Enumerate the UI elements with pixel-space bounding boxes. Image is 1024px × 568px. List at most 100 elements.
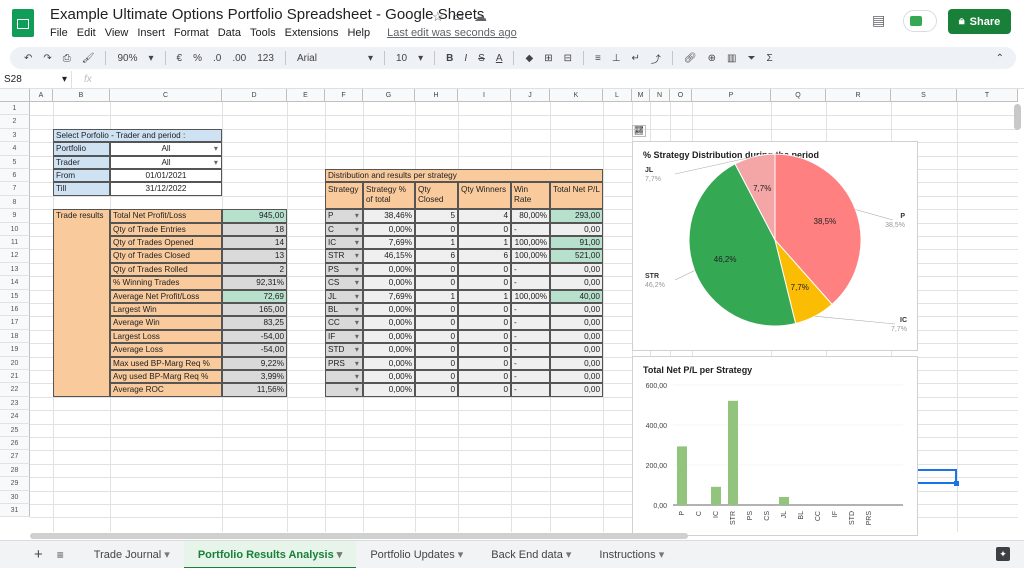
tab-menu-icon[interactable]: ▾	[455, 549, 464, 561]
tab-menu-icon[interactable]: ▾	[563, 549, 572, 561]
paint-format-icon[interactable]: 🖌︎	[82, 53, 95, 64]
decrease-decimal-button[interactable]: .0	[213, 53, 221, 64]
row-header[interactable]: 4	[0, 142, 30, 156]
insert-comment-icon[interactable]: ⊕	[708, 53, 716, 64]
document-title[interactable]: Example Ultimate Options Portfolio Sprea…	[50, 6, 484, 23]
menu-extensions[interactable]: Extensions	[285, 27, 339, 39]
vertical-scrollbar[interactable]	[1014, 104, 1021, 130]
functions-icon[interactable]: Σ	[766, 53, 772, 64]
column-header[interactable]: K	[550, 89, 603, 102]
strategy-select[interactable]: PS ▾	[325, 262, 363, 277]
sheet-tab[interactable]: Portfolio Results Analysis ▾	[183, 540, 357, 568]
strategy-select[interactable]: ▾	[325, 370, 363, 384]
dropdown-arrow-icon[interactable]: ▾	[355, 304, 359, 315]
explore-icon[interactable]: ✦	[996, 547, 1010, 561]
strikethrough-button[interactable]: S	[478, 53, 485, 64]
dropdown-arrow-icon[interactable]: ▾	[355, 331, 359, 342]
menu-edit[interactable]: Edit	[77, 27, 96, 39]
star-icon[interactable]: ☆	[432, 9, 444, 25]
row-header[interactable]: 18	[0, 329, 30, 344]
column-header[interactable]: O	[670, 89, 692, 102]
column-header[interactable]: H	[415, 89, 458, 102]
merge-cells-icon[interactable]: ⊟	[564, 53, 572, 64]
bold-button[interactable]: B	[446, 53, 453, 64]
dropdown-arrow-icon[interactable]: ▾	[355, 317, 359, 328]
strategy-select[interactable]: CS ▾	[325, 276, 363, 290]
meet-button[interactable]	[903, 10, 937, 32]
vertical-align-icon[interactable]: ⊥	[612, 53, 621, 64]
sheet-tab[interactable]: Instructions ▾	[585, 541, 678, 568]
column-header[interactable]: M	[632, 89, 650, 102]
row-header[interactable]: 11	[0, 236, 30, 250]
borders-icon[interactable]: ⊞	[544, 53, 552, 64]
column-header[interactable]: P	[692, 89, 771, 102]
strategy-select[interactable]: STR ▾	[325, 249, 363, 263]
select-value[interactable]: 01/01/2021	[110, 169, 222, 183]
row-header[interactable]: 21	[0, 370, 30, 384]
strategy-select[interactable]: IC ▾	[325, 236, 363, 250]
fill-color-icon[interactable]: ◆	[525, 53, 533, 64]
row-header[interactable]: 16	[0, 303, 30, 317]
move-folder-icon[interactable]: ▭	[452, 9, 464, 25]
row-header[interactable]: 12	[0, 249, 30, 263]
pie-chart[interactable]: % Strategy Distribution during the perio…	[632, 141, 918, 351]
column-header[interactable]: D	[222, 89, 287, 102]
undo-icon[interactable]: ↶	[24, 53, 32, 64]
menu-file[interactable]: File	[50, 27, 68, 39]
font-select[interactable]: Arial	[297, 53, 357, 64]
row-header[interactable]: 7	[0, 182, 30, 196]
strategy-select[interactable]: JL ▾	[325, 289, 363, 303]
insert-chart-icon[interactable]: ▥	[727, 53, 736, 64]
sheet-tab[interactable]: Back End data ▾	[477, 541, 585, 568]
row-header[interactable]: 20	[0, 356, 30, 370]
row-header[interactable]: 31	[0, 504, 30, 518]
dropdown-arrow-icon[interactable]: ▾	[355, 210, 359, 221]
select-value[interactable]: 31/12/2022	[110, 182, 222, 196]
dropdown-arrow-icon[interactable]: ▾	[355, 277, 359, 288]
cloud-status-icon[interactable]: ☁	[474, 9, 487, 25]
column-header[interactable]: Q	[771, 89, 826, 102]
sheet-tab[interactable]: Portfolio Updates ▾	[356, 541, 477, 568]
row-header[interactable]: 19	[0, 343, 30, 357]
all-sheets-icon[interactable]: ≡	[57, 548, 64, 562]
row-header[interactable]: 2	[0, 115, 30, 129]
row-header[interactable]: 5	[0, 155, 30, 169]
strategy-select[interactable]: PRS ▾	[325, 356, 363, 370]
column-header[interactable]: R	[826, 89, 891, 102]
column-header[interactable]: A	[30, 89, 53, 102]
dropdown-arrow-icon[interactable]: ▾	[355, 291, 359, 302]
add-sheet-icon[interactable]: +	[34, 546, 43, 563]
row-header[interactable]: 9	[0, 209, 30, 223]
font-size-select[interactable]: 10	[396, 53, 407, 64]
row-header[interactable]: 10	[0, 222, 30, 236]
tab-menu-icon[interactable]: ▾	[334, 549, 343, 561]
fill-handle[interactable]	[954, 481, 959, 486]
text-rotation-icon[interactable]: ⤴	[651, 51, 661, 66]
row-header[interactable]: 17	[0, 316, 30, 330]
column-header[interactable]: L	[603, 89, 632, 102]
menu-format[interactable]: Format	[174, 27, 209, 39]
strategy-select[interactable]: CC ▾	[325, 316, 363, 330]
column-header[interactable]: B	[53, 89, 110, 102]
collapse-toolbar-icon[interactable]: ⌃	[996, 53, 1004, 64]
text-wrap-icon[interactable]: ↵	[632, 53, 640, 64]
dropdown-arrow-icon[interactable]: ▾	[355, 264, 359, 275]
percent-format-button[interactable]: %	[193, 53, 202, 64]
menu-help[interactable]: Help	[347, 27, 370, 39]
dropdown-arrow-icon[interactable]: ▾	[355, 250, 359, 261]
row-header[interactable]: 6	[0, 169, 30, 183]
share-button[interactable]: 🔒︎ Share	[948, 9, 1011, 34]
column-header[interactable]: E	[287, 89, 325, 102]
chart-image-icon[interactable]: 📈︎	[632, 125, 646, 137]
insert-link-icon[interactable]: 🔗︎	[684, 53, 697, 64]
dropdown-arrow-icon[interactable]: ▾	[355, 384, 359, 395]
row-header[interactable]: 28	[0, 463, 30, 478]
row-header[interactable]: 26	[0, 437, 30, 451]
tab-menu-icon[interactable]: ▾	[656, 549, 665, 561]
menu-view[interactable]: View	[105, 27, 129, 39]
strategy-select[interactable]: ▾	[325, 383, 363, 397]
column-header[interactable]: S	[891, 89, 957, 102]
select-value[interactable]: All ▾	[110, 142, 222, 156]
column-header[interactable]: C	[110, 89, 222, 102]
row-header[interactable]: 30	[0, 490, 30, 504]
